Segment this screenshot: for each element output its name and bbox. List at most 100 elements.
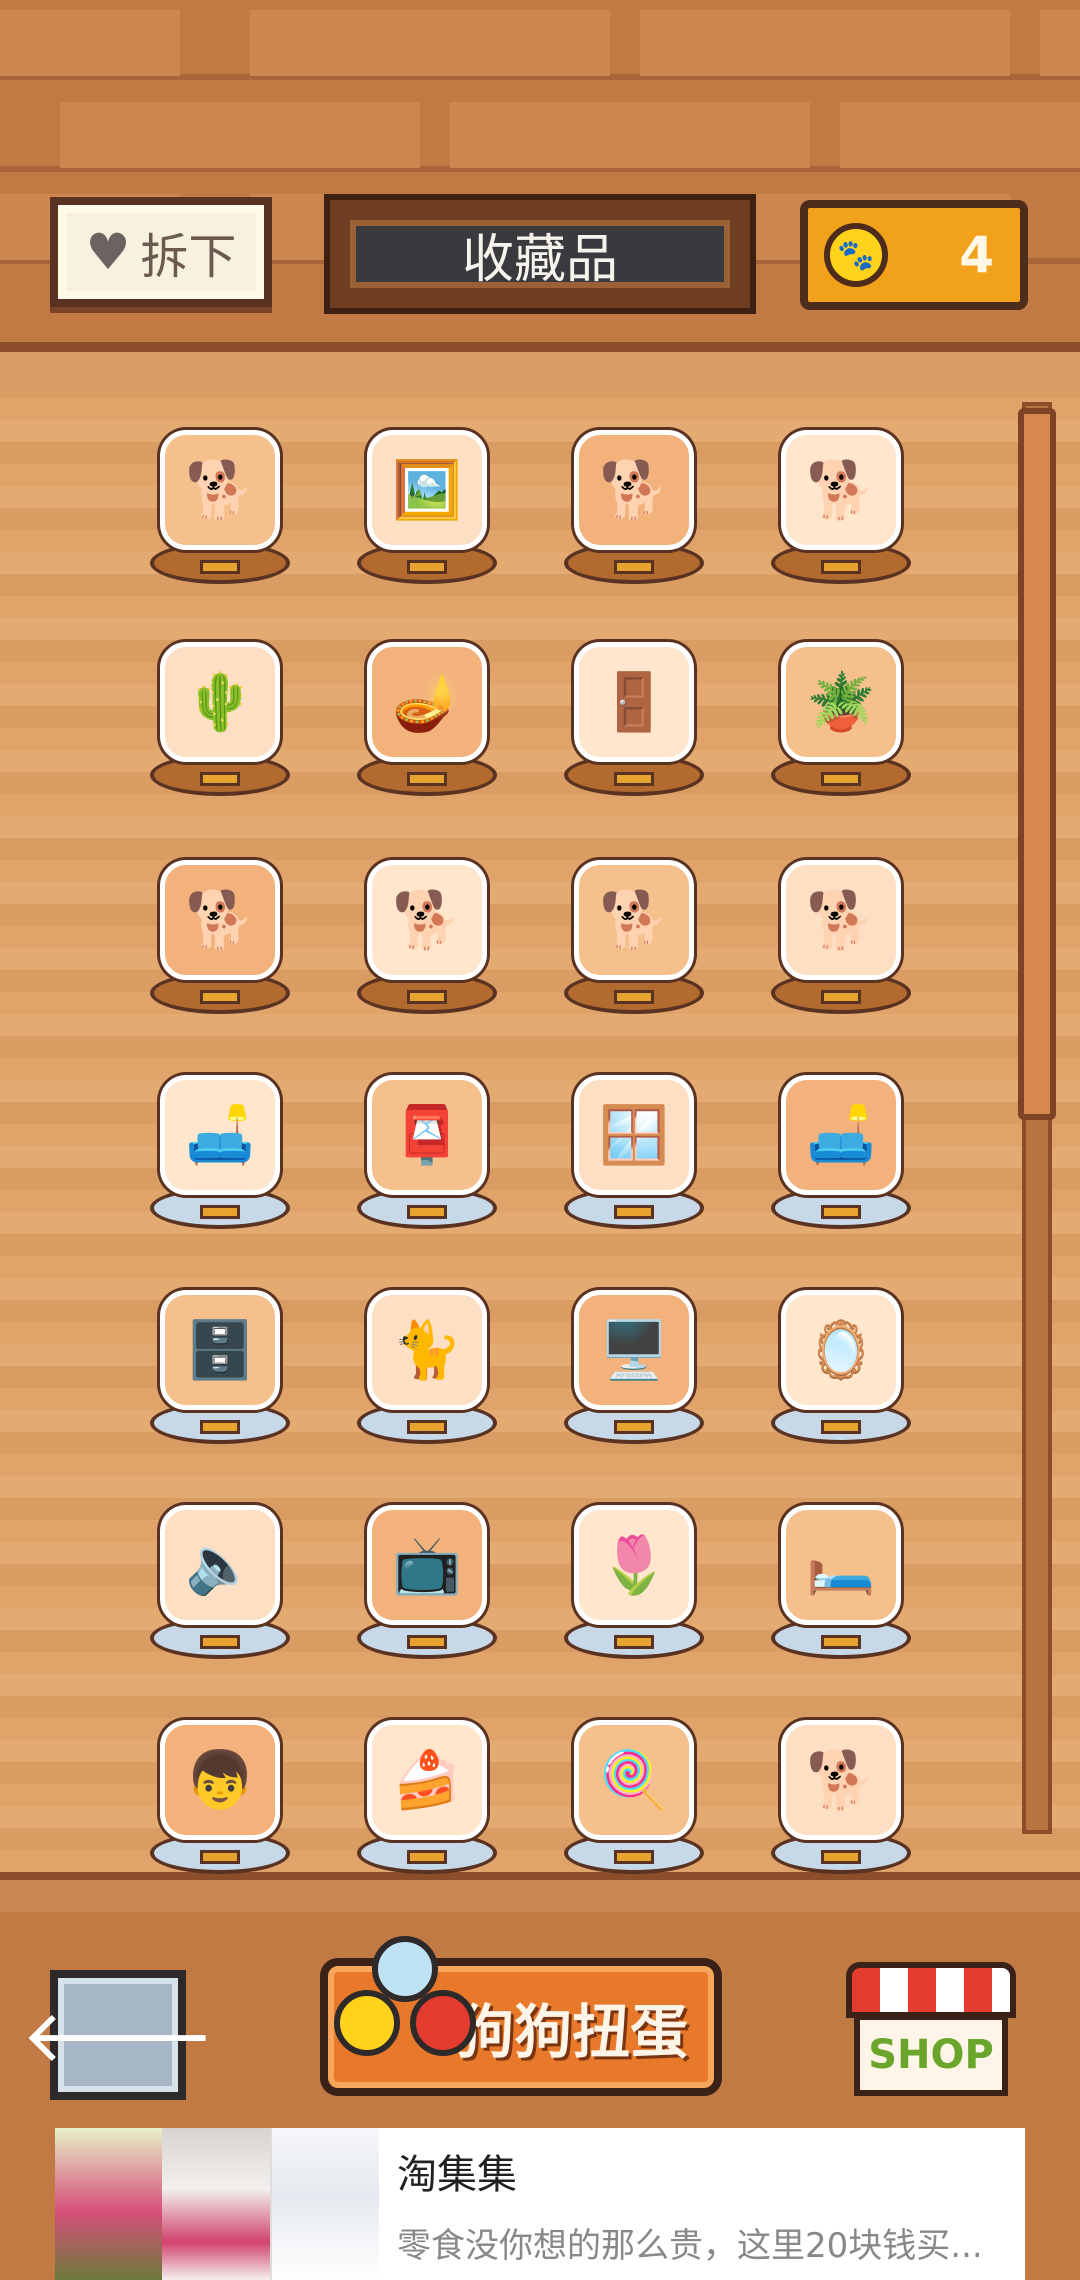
shop-label: SHOP (868, 2032, 994, 2078)
potted-plant-stool-icon: 🪴 (781, 642, 901, 762)
shiba-with-bowl-icon: 🐕 (781, 430, 901, 550)
collectible-framed-cat-picture[interactable]: 🖼️ (347, 410, 507, 610)
name-plate (407, 990, 447, 1004)
name-plate (200, 1635, 240, 1649)
gacha-label: 狗狗扭蛋 (455, 1998, 688, 2066)
remove-label: 拆下 (140, 229, 237, 285)
computer-monitor-icon: 🖥️ (574, 1290, 694, 1410)
ad-subtitle: 零食没你想的那么贵，这里20块钱买... (397, 2226, 983, 2266)
collectible-shiba-with-gacha-balls[interactable]: 🐕 (761, 1700, 921, 1900)
collectible-oval-mirror[interactable]: 🪞 (761, 1270, 921, 1470)
scrollbar-thumb[interactable] (1018, 408, 1056, 1120)
collectible-wardrobe[interactable]: 🚪 (554, 622, 714, 822)
shiba-with-hat-icon: 🐕 (367, 860, 487, 980)
collectible-potted-plant-stool[interactable]: 🪴 (761, 622, 921, 822)
collectible-shiba-with-box[interactable]: 🐕 (761, 840, 921, 1040)
paw-coin-icon: 🐾 (824, 223, 888, 287)
gacha-balls-icon (320, 1932, 490, 2082)
title-plate: 收藏品 (324, 194, 756, 314)
collectible-shiba-with-mailbox[interactable]: 📮 (347, 1055, 507, 1255)
collectible-television-stand[interactable]: 📺 (347, 1485, 507, 1685)
floor-lamp-icon: 🪔 (367, 642, 487, 762)
framed-cat-picture-icon: 🖼️ (367, 430, 487, 550)
collectible-shiba-bow[interactable]: 🐕 (554, 840, 714, 1040)
wardrobe-icon: 🚪 (574, 642, 694, 762)
shiba-with-speaker-icon: 🔈 (160, 1505, 280, 1625)
shelf-top-edge (0, 342, 1080, 392)
brick-row (0, 92, 1080, 178)
collectible-tv-cabinet[interactable]: 🗄️ (140, 1270, 300, 1470)
collectible-shiba-with-speaker[interactable]: 🔈 (140, 1485, 300, 1685)
ad-text: 淘集集 零食没你想的那么贵，这里20块钱买... (379, 2128, 1025, 2280)
collectible-shiba-sitting[interactable]: 🐕 (554, 410, 714, 610)
name-plate (821, 560, 861, 574)
tv-cabinet-icon: 🗄️ (160, 1290, 280, 1410)
collectible-computer-monitor[interactable]: 🖥️ (554, 1270, 714, 1470)
name-plate (407, 1635, 447, 1649)
shop-button[interactable]: SHOP (846, 1962, 1016, 2096)
shiba-sitting-icon: 🐕 (574, 430, 694, 550)
collectible-shiba-in-red-bed[interactable]: 🛏️ (761, 1485, 921, 1685)
brick-row (0, 0, 1080, 86)
name-plate (407, 1205, 447, 1219)
round-window-icon: 🪟 (574, 1075, 694, 1195)
back-arrow-icon: 🡐 (21, 1993, 215, 2078)
shiba-bow-icon: 🐕 (574, 860, 694, 980)
shiba-on-armchair-icon: 🛋️ (160, 1075, 280, 1195)
name-plate (614, 772, 654, 786)
boy-with-shiba-icon: 👦 (160, 1720, 280, 1840)
collectible-shiba-with-cactus[interactable]: 🌵 (140, 622, 300, 822)
name-plate (821, 1850, 861, 1864)
name-plate (200, 1420, 240, 1434)
green-cat-icon: 🐈 (367, 1290, 487, 1410)
ad-thumbnails (55, 2128, 379, 2280)
shiba-with-planter-icon: 🌷 (574, 1505, 694, 1625)
shiba-with-mailbox-icon: 📮 (367, 1075, 487, 1195)
back-button[interactable]: 🡐 (21, 1970, 215, 2100)
remove-button[interactable]: ♥ 拆下 (50, 197, 272, 307)
heart-icon: ♥ (85, 223, 131, 281)
name-plate (200, 772, 240, 786)
collectible-shiba-figure[interactable]: 🐕 (140, 410, 300, 610)
collectible-table-with-cake[interactable]: 🍰 (347, 1700, 507, 1900)
collectible-round-window[interactable]: 🪟 (554, 1055, 714, 1255)
dog-gacha-button[interactable]: 狗狗扭蛋 (320, 1936, 722, 2096)
collectible-shiba-with-hat[interactable]: 🐕 (347, 840, 507, 1040)
name-plate (407, 1850, 447, 1864)
name-plate (407, 560, 447, 574)
collectible-green-cat[interactable]: 🐈 (347, 1270, 507, 1470)
ad-banner[interactable]: 淘集集 零食没你想的那么贵，这里20块钱买... (55, 2128, 1025, 2280)
oval-mirror-icon: 🪞 (781, 1290, 901, 1410)
shop-sign: SHOP (854, 2014, 1008, 2096)
collectible-floor-lamp[interactable]: 🪔 (347, 622, 507, 822)
table-with-cake-icon: 🍰 (367, 1720, 487, 1840)
shiba-with-lollipop-icon: 🍭 (574, 1720, 694, 1840)
shiba-on-sofa-icon: 🛋️ (781, 1075, 901, 1195)
ad-image (55, 2128, 163, 2280)
collectible-shiba-sleeping[interactable]: 🐕 (140, 840, 300, 1040)
name-plate (407, 1420, 447, 1434)
collectible-boy-with-shiba[interactable]: 👦 (140, 1700, 300, 1900)
name-plate (821, 1420, 861, 1434)
name-plate (821, 990, 861, 1004)
coin-counter: 🐾 4 (800, 200, 1028, 310)
name-plate (614, 990, 654, 1004)
shiba-figure-icon: 🐕 (160, 430, 280, 550)
name-plate (200, 990, 240, 1004)
collectible-shiba-with-lollipop[interactable]: 🍭 (554, 1700, 714, 1900)
ad-title: 淘集集 (397, 2152, 517, 2198)
collectible-shiba-on-sofa[interactable]: 🛋️ (761, 1055, 921, 1255)
name-plate (200, 1850, 240, 1864)
shiba-with-gacha-balls-icon: 🐕 (781, 1720, 901, 1840)
name-plate (614, 1635, 654, 1649)
shop-awning-icon (846, 1962, 1016, 2018)
collectible-shiba-on-armchair[interactable]: 🛋️ (140, 1055, 300, 1255)
television-stand-icon: 📺 (367, 1505, 487, 1625)
ad-image (269, 2128, 379, 2280)
collectible-shiba-with-bowl[interactable]: 🐕 (761, 410, 921, 610)
name-plate (200, 1205, 240, 1219)
collectible-shiba-with-planter[interactable]: 🌷 (554, 1485, 714, 1685)
coin-count: 4 (959, 226, 994, 284)
ad-image (162, 2128, 270, 2280)
name-plate (614, 1850, 654, 1864)
